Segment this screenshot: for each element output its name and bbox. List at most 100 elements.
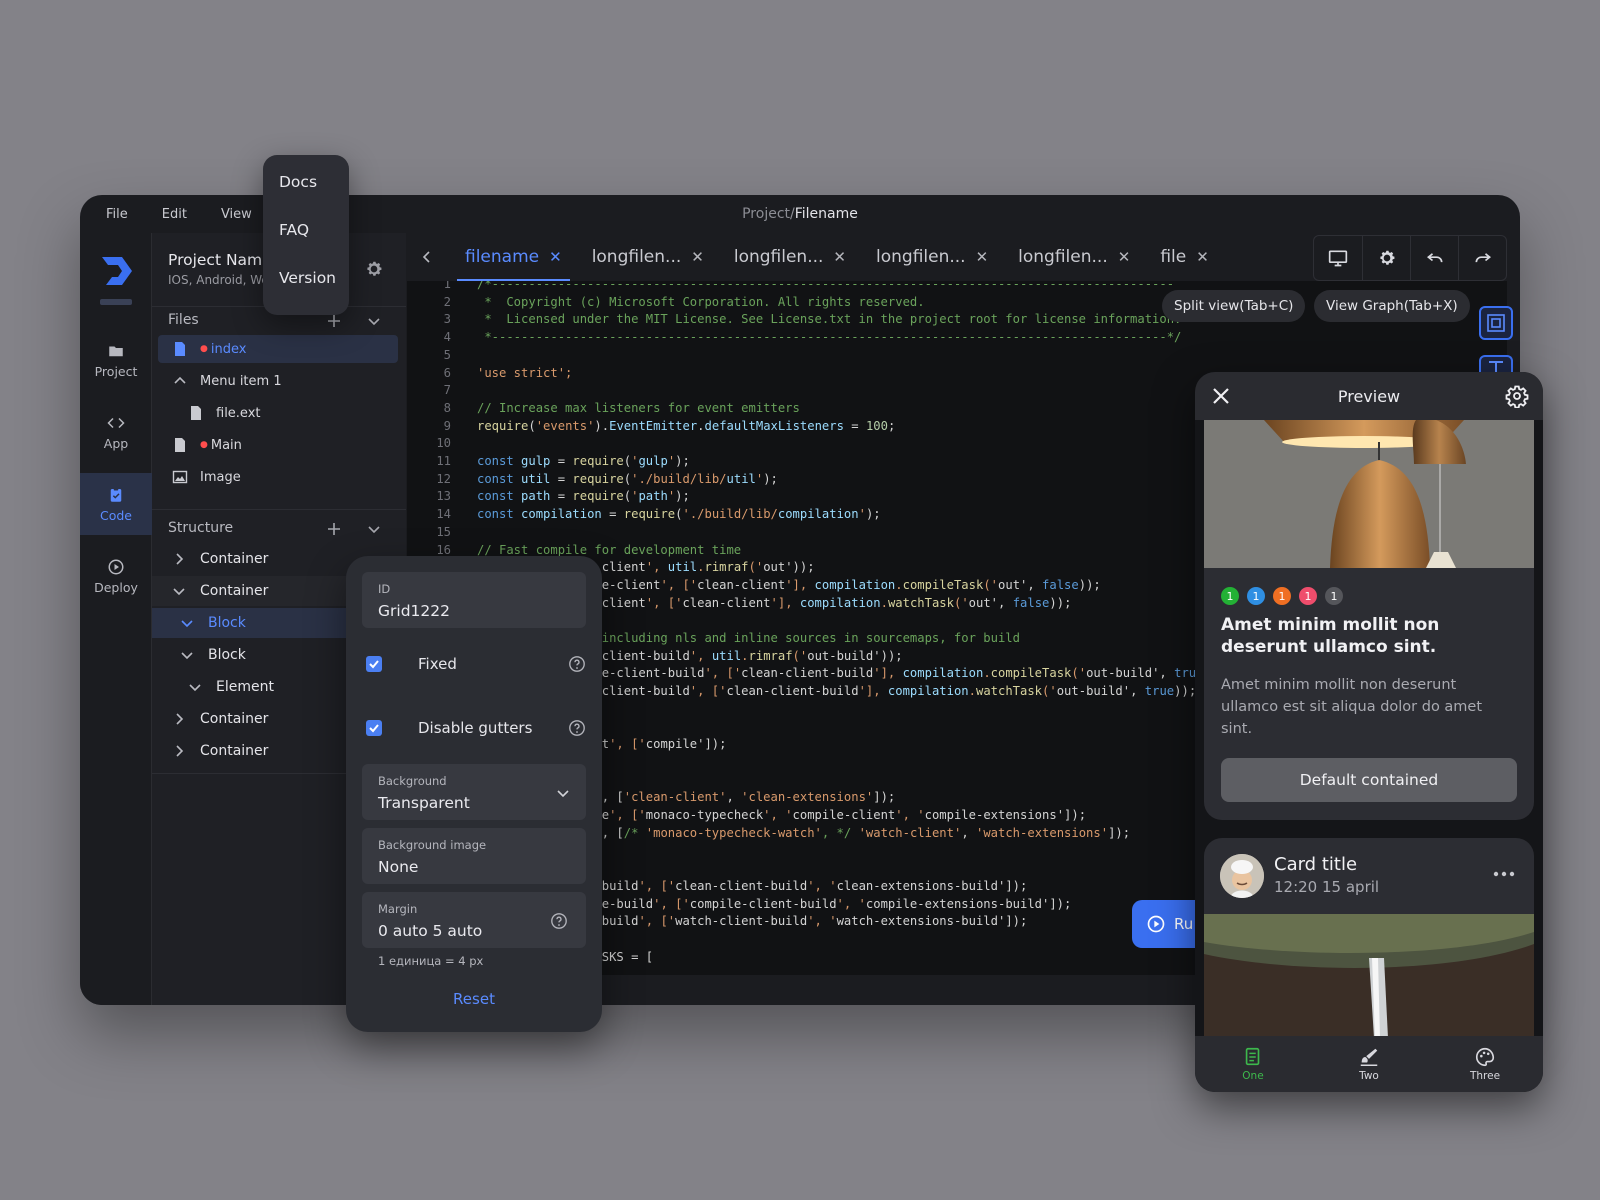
rail-item-code[interactable]: Code (80, 473, 152, 535)
gear-icon[interactable] (1505, 384, 1529, 408)
margin-field[interactable]: Margin 0 auto 5 auto (362, 892, 586, 948)
close-icon[interactable]: ✕ (1196, 248, 1209, 266)
help-circle-icon[interactable] (568, 719, 586, 737)
code-line: 11 const gulp = require('gulp'); (436, 454, 690, 468)
tab-file[interactable]: file ✕ (1142, 233, 1220, 281)
editor-settings-button[interactable] (1362, 236, 1410, 280)
structure-item[interactable]: Container (172, 736, 372, 766)
chevron-right-icon (176, 553, 184, 565)
nav-label: Three (1469, 1070, 1501, 1082)
file-item-menu[interactable]: Menu item 1 (158, 367, 398, 395)
card-title: Amet minim mollit non deserunt ullamco s… (1221, 615, 1440, 657)
tab-longfilename[interactable]: longfilen... ✕ (1000, 233, 1142, 281)
close-icon[interactable]: ✕ (976, 248, 989, 266)
tab-longfilename[interactable]: longfilen... ✕ (574, 233, 716, 281)
monitor-icon (1328, 250, 1348, 267)
properties-panel: ID Grid1222 Fixed Disable gutters Backgr… (346, 556, 602, 1032)
file-item-index[interactable]: ● index (158, 335, 398, 363)
split-view-button[interactable]: Split view(Tab+C) (1162, 290, 1306, 322)
rail-item-deploy[interactable]: Deploy (80, 545, 152, 607)
structure-item[interactable]: Container (172, 704, 372, 734)
rail-item-app[interactable]: App (80, 401, 152, 463)
chevron-down-icon[interactable] (366, 521, 382, 537)
close-icon[interactable]: ✕ (1118, 248, 1131, 266)
background-image-field[interactable]: Background image None (362, 828, 586, 884)
code-line: 6'use strict'; (443, 365, 573, 380)
file-icon (175, 342, 185, 356)
file-label: Image (200, 469, 241, 485)
code-brackets-icon (107, 417, 125, 428)
tab-label: longfilen... (1018, 247, 1108, 267)
card-title: Card title (1274, 854, 1358, 875)
fixed-checkbox[interactable] (366, 656, 382, 672)
divider (152, 509, 406, 510)
file-item-image[interactable]: Image (158, 463, 398, 491)
close-icon[interactable]: ✕ (691, 248, 704, 266)
rail-label-deploy: Deploy (94, 579, 138, 595)
reset-button[interactable]: Reset (346, 990, 602, 1008)
redo-button[interactable] (1458, 236, 1506, 280)
gear-icon[interactable] (364, 259, 384, 279)
structure-item[interactable]: Container (172, 576, 372, 606)
menu-item-version[interactable]: Version (263, 269, 349, 317)
nav-item-two[interactable]: Two (1311, 1036, 1427, 1092)
chevron-right-icon (176, 713, 184, 725)
checkmark-icon (369, 724, 379, 733)
view-graph-button[interactable]: View Graph(Tab+X) (1314, 290, 1470, 322)
nav-item-three[interactable]: Three (1427, 1036, 1543, 1092)
menu-file[interactable]: File (106, 207, 128, 222)
margin-value: 0 auto 5 auto (378, 922, 483, 940)
undo-button[interactable] (1410, 236, 1458, 280)
disable-gutters-label: Disable gutters (418, 719, 533, 737)
close-icon[interactable]: ✕ (549, 248, 562, 266)
gear-icon (1379, 250, 1394, 265)
close-icon[interactable]: ✕ (833, 248, 846, 266)
file-item-ext[interactable]: file.ext (158, 399, 398, 427)
id-field[interactable]: ID Grid1222 (362, 572, 586, 628)
device-preview-button[interactable] (1314, 236, 1362, 280)
menu-edit[interactable]: Edit (162, 207, 187, 222)
preview-title: Preview (1337, 386, 1401, 406)
menu-item-faq[interactable]: FAQ (263, 221, 349, 269)
checkmark-icon (369, 660, 379, 669)
tab-longfilename[interactable]: longfilen... ✕ (716, 233, 858, 281)
tab-label: file (1160, 247, 1187, 267)
card-body: Amet minim mollit non deserunt ullamco e… (1221, 677, 1483, 737)
structure-label: Container (200, 551, 269, 567)
nav-item-one[interactable]: One (1195, 1036, 1311, 1092)
chevron-down-icon (173, 588, 185, 596)
close-icon[interactable] (1209, 384, 1233, 408)
add-structure-plus-icon[interactable] (326, 521, 342, 537)
tab-label: filename (465, 247, 540, 267)
background-image-label: Background image (378, 838, 487, 852)
disable-gutters-checkbox[interactable] (366, 720, 382, 736)
play-circle-icon (108, 559, 124, 574)
chevron-down-icon (181, 652, 193, 660)
unsaved-dot: ● (200, 440, 208, 450)
play-circle-icon (1147, 915, 1165, 933)
menu-view[interactable]: View (221, 207, 252, 222)
chevron-down-icon[interactable] (366, 313, 382, 329)
chevron-left-icon (422, 251, 430, 263)
menu-item-docs[interactable]: Docs (263, 173, 349, 221)
unsaved-dot: ● (200, 344, 208, 354)
tab-filename[interactable]: filename ✕ (447, 233, 574, 281)
frame-tool-button[interactable] (1479, 306, 1513, 340)
brush-icon (1360, 1048, 1378, 1066)
folder-icon (109, 346, 123, 356)
structure-heading: Structure (168, 520, 234, 536)
help-circle-icon[interactable] (568, 655, 586, 673)
rail-label-code: Code (99, 507, 132, 523)
default-contained-button[interactable]: Default contained (1221, 758, 1517, 802)
lamp-illustration (1204, 420, 1534, 568)
rail-item-project[interactable]: Project (80, 329, 152, 391)
tabs-back-button[interactable] (407, 233, 447, 281)
file-item-main[interactable]: ● Main (158, 431, 398, 459)
file-label: index (210, 341, 247, 357)
more-horizontal-icon[interactable] (1492, 866, 1516, 882)
help-circle-icon[interactable] (550, 912, 568, 930)
background-select[interactable]: Background Transparent (362, 764, 586, 820)
tab-longfilename[interactable]: longfilen... ✕ (858, 233, 1000, 281)
badge: 1 (1247, 587, 1265, 605)
structure-item[interactable]: Container (172, 544, 372, 574)
